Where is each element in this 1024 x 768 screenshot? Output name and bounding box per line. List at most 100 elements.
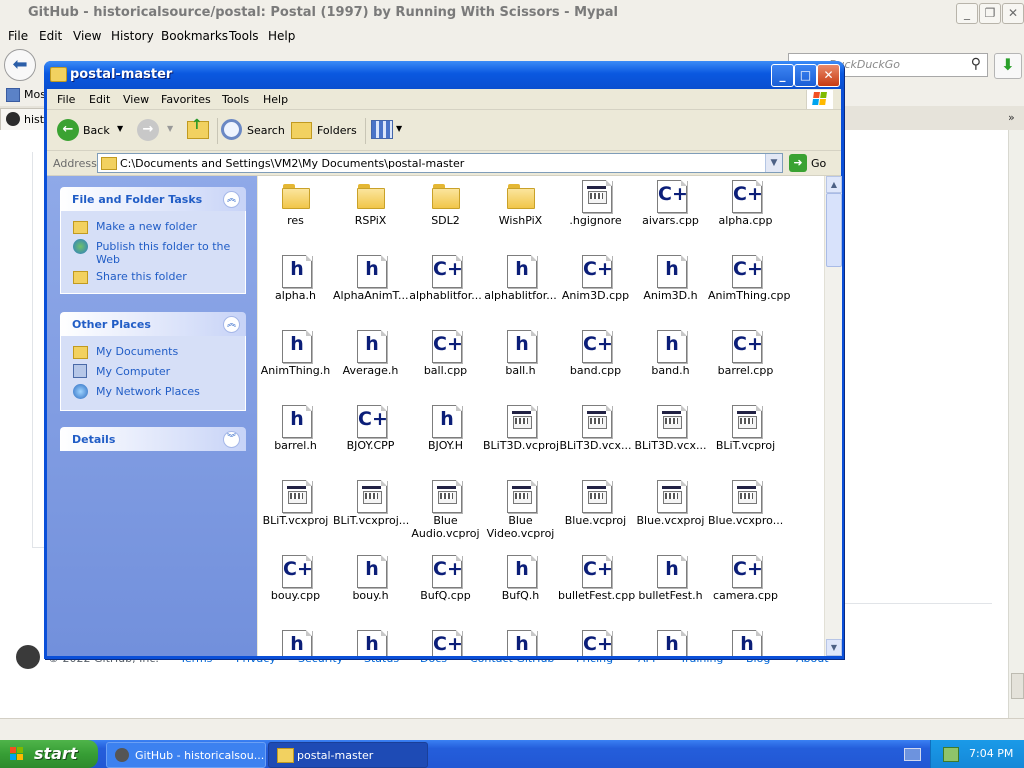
file-item[interactable]: h barrel.h [258, 401, 333, 476]
file-item[interactable]: WishPiX [483, 176, 558, 251]
network-tray-icon[interactable] [943, 747, 959, 762]
file-item[interactable]: h [708, 626, 783, 656]
browser-back-button[interactable]: ⬅ [4, 49, 36, 81]
menu-file[interactable]: File [57, 93, 75, 106]
views-button[interactable]: ▼ [371, 119, 407, 141]
up-folder-button[interactable]: ↑ [185, 117, 211, 141]
file-item[interactable]: C+ AnimThing.cpp [708, 251, 790, 326]
file-item[interactable]: Blue.vcxpro... [708, 476, 783, 551]
download-icon[interactable]: ⬇ [994, 53, 1022, 79]
file-item[interactable]: C+ camera.cpp [708, 551, 783, 626]
place-my-computer[interactable]: My Computer [73, 364, 238, 380]
file-item[interactable]: BLiT.vcxproj [258, 476, 333, 551]
file-item[interactable]: C+ bouy.cpp [258, 551, 333, 626]
keyboard-icon[interactable] [904, 748, 921, 761]
task-publish-folder[interactable]: Publish this folder to the Web [73, 239, 238, 267]
search-button[interactable]: Search [221, 119, 287, 141]
file-item[interactable]: h Average.h [333, 326, 408, 401]
task-share-folder[interactable]: Share this folder [73, 269, 238, 285]
file-item[interactable]: h bulletFest.h [633, 551, 708, 626]
minimize-button[interactable]: _ [771, 64, 794, 87]
file-item[interactable]: h ball.h [483, 326, 558, 401]
file-item[interactable]: BLiT.vcproj [708, 401, 783, 476]
menu-view[interactable]: View [123, 93, 149, 106]
file-folder-tasks-header[interactable]: File and Folder Tasks ︽ [60, 187, 246, 211]
file-item[interactable]: h alpha.h [258, 251, 333, 326]
browser-menu-file[interactable]: File [8, 29, 28, 43]
taskbar-item-browser[interactable]: GitHub - historicalsou... [106, 742, 266, 768]
file-item[interactable]: SDL2 [408, 176, 483, 251]
address-input[interactable]: C:\Documents and Settings\VM2\My Documen… [97, 153, 783, 173]
forward-dropdown-icon[interactable]: ▼ [167, 124, 173, 133]
file-item[interactable]: C+ alpha.cpp [708, 176, 783, 251]
file-item[interactable]: h [333, 626, 408, 656]
github-logo-icon[interactable] [16, 645, 40, 669]
close-button[interactable]: ✕ [817, 64, 840, 87]
views-dropdown-icon[interactable]: ▼ [396, 124, 402, 133]
file-list-scrollbar[interactable]: ▲ ▼ [824, 176, 842, 656]
menu-help[interactable]: Help [263, 93, 288, 106]
menu-favorites[interactable]: Favorites [161, 93, 211, 106]
scroll-down-icon[interactable]: ▼ [826, 639, 842, 656]
back-button[interactable]: ← Back ▼ [57, 119, 127, 141]
scroll-up-icon[interactable]: ▲ [826, 176, 842, 193]
file-item[interactable]: res [258, 176, 333, 251]
scroll-thumb[interactable] [826, 193, 842, 267]
file-item[interactable]: C+ band.cpp [558, 326, 633, 401]
browser-menu-help[interactable]: Help [268, 29, 295, 43]
browser-close-button[interactable]: ✕ [1002, 3, 1024, 24]
file-item[interactable]: C+ BufQ.cpp [408, 551, 483, 626]
file-item[interactable]: BLiT.vcxproj... [333, 476, 409, 551]
task-make-new-folder[interactable]: Make a new folder [73, 219, 238, 235]
menu-tools[interactable]: Tools [222, 93, 249, 106]
explorer-titlebar[interactable]: postal-master _ □ ✕ [44, 61, 844, 89]
maximize-button[interactable]: □ [794, 64, 817, 87]
file-item[interactable]: h [483, 626, 558, 656]
file-item[interactable]: BLiT3D.vcx... [633, 401, 708, 476]
file-item[interactable]: C+ ball.cpp [408, 326, 483, 401]
menu-edit[interactable]: Edit [89, 93, 110, 106]
file-item[interactable]: h alphablitfor... [483, 251, 558, 326]
file-item[interactable]: Blue.vcxproj [633, 476, 708, 551]
browser-menu-edit[interactable]: Edit [39, 29, 62, 43]
clock[interactable]: 7:04 PM [969, 747, 1013, 760]
expand-icon[interactable]: ︾ [223, 431, 240, 448]
browser-scrollbar[interactable] [1008, 130, 1024, 718]
file-item[interactable]: C+ [558, 626, 633, 656]
file-item[interactable]: C+ alphablitfor... [408, 251, 483, 326]
file-item[interactable]: Blue.vcproj [558, 476, 633, 551]
forward-button[interactable]: → ▼ [137, 119, 177, 141]
details-header[interactable]: Details ︾ [60, 427, 246, 451]
file-item[interactable]: .hgignore [558, 176, 633, 251]
address-dropdown-icon[interactable]: ▼ [765, 154, 782, 172]
file-item[interactable]: h [258, 626, 333, 656]
place-my-network[interactable]: My Network Places [73, 384, 238, 400]
browser-minimize-button[interactable]: _ [956, 3, 978, 24]
file-item[interactable]: h AnimThing.h [258, 326, 333, 401]
taskbar-item-explorer[interactable]: postal-master [268, 742, 428, 768]
search-icon[interactable]: ⚲ [971, 56, 981, 72]
other-places-header[interactable]: Other Places ︽ [60, 312, 246, 336]
browser-maximize-button[interactable]: ❐ [979, 3, 1001, 24]
file-item[interactable]: h AlphaAnimT... [333, 251, 408, 326]
start-button[interactable]: start [0, 740, 98, 768]
file-item[interactable]: BLiT3D.vcproj [483, 401, 559, 476]
back-dropdown-icon[interactable]: ▼ [117, 124, 123, 133]
file-item[interactable]: RSPiX [333, 176, 408, 251]
file-item[interactable]: Blue Video.vcproj [483, 476, 558, 551]
file-item[interactable]: h [633, 626, 708, 656]
file-item[interactable]: h BJOY.H [408, 401, 483, 476]
file-item[interactable]: h band.h [633, 326, 708, 401]
file-item[interactable]: C+ [408, 626, 483, 656]
browser-scroll-thumb[interactable] [1011, 673, 1024, 699]
file-item[interactable]: BLiT3D.vcx... [558, 401, 633, 476]
browser-menu-view[interactable]: View [73, 29, 101, 43]
tab-overflow-icon[interactable]: » [1008, 111, 1015, 124]
file-item[interactable]: C+ Anim3D.cpp [558, 251, 633, 326]
collapse-icon[interactable]: ︽ [223, 191, 240, 208]
file-item[interactable]: C+ aivars.cpp [633, 176, 708, 251]
file-item[interactable]: C+ BJOY.CPP [333, 401, 408, 476]
file-item[interactable]: h Anim3D.h [633, 251, 708, 326]
file-item[interactable]: C+ bulletFest.cpp [558, 551, 635, 626]
file-item[interactable]: h bouy.h [333, 551, 408, 626]
